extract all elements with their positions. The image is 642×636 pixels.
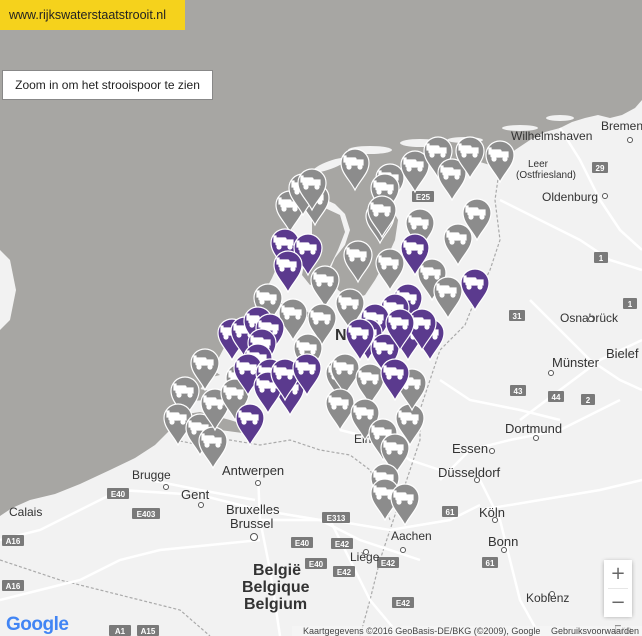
- road-shield-label: 61: [446, 508, 455, 517]
- map-attribution: Kaartgegevens ©2016 GeoBasis-DE/BKG (©20…: [292, 626, 642, 636]
- zoom-hint-box: Zoom in om het strooispoor te zien: [2, 70, 213, 100]
- attribution-map-data: Kaartgegevens ©2016 GeoBasis-DE/BKG (©20…: [303, 626, 541, 636]
- road-shield-label: E25: [416, 193, 431, 202]
- road-shield-label: E42: [396, 599, 411, 608]
- label-bonn: Bonn: [488, 534, 518, 549]
- zoom-control: + −: [604, 560, 632, 617]
- label-belgique: Belgique: [242, 579, 310, 596]
- road-shield-label: A15: [141, 627, 156, 636]
- road-shield-label: A16: [6, 537, 21, 546]
- label-dusseldorf: Düsseldorf: [438, 465, 501, 480]
- label-ostfriesland: (Ostfriesland): [516, 170, 576, 181]
- label-calais: Calais: [9, 505, 42, 519]
- road-shield-label: 61: [486, 559, 495, 568]
- road-shield-label: 31: [513, 312, 522, 321]
- label-munster: Münster: [552, 355, 600, 370]
- zoom-in-button[interactable]: +: [604, 560, 632, 588]
- label-koln: Köln: [479, 505, 505, 520]
- road-shield-label: 43: [514, 387, 523, 396]
- label-wilhelmshaven: Wilhelmshaven: [511, 129, 592, 143]
- road-shield-label: 1: [628, 300, 633, 309]
- road-shield-label: E40: [111, 490, 126, 499]
- road-shield-label: E403: [137, 510, 156, 519]
- website-url-badge[interactable]: www.rijkswaterstaatstrooit.nl: [0, 0, 185, 30]
- label-gent: Gent: [181, 487, 210, 502]
- label-aachen: Aachen: [391, 529, 432, 543]
- road-shield-label: 1: [599, 254, 604, 263]
- google-logo: Google: [6, 614, 69, 635]
- road-shield-label: 2: [586, 396, 591, 405]
- label-brussel: Brussel: [230, 516, 273, 531]
- label-oldenburg: Oldenburg: [542, 190, 598, 204]
- label-antwerpen: Antwerpen: [222, 463, 284, 478]
- road-shield-label: E42: [337, 568, 352, 577]
- attribution-terms-link[interactable]: Gebruiksvoorwaarden: [551, 626, 639, 636]
- road-shield-label: E42: [335, 540, 350, 549]
- road-shield-label: 29: [596, 164, 605, 173]
- label-belgie: België: [253, 562, 301, 579]
- road-shield-label: E40: [295, 539, 310, 548]
- label-bremen: Bremen: [601, 119, 642, 133]
- label-koblenz: Koblenz: [526, 591, 569, 605]
- label-essen: Essen: [452, 441, 488, 456]
- label-bruxelles: Bruxelles: [226, 502, 280, 517]
- road-shield-label: A1: [115, 627, 126, 636]
- label-belgium: Belgium: [244, 596, 307, 613]
- zoom-out-button[interactable]: −: [604, 589, 632, 617]
- label-brugge: Brugge: [132, 468, 171, 482]
- label-leer: Leer: [528, 159, 549, 170]
- road-shield-label: E313: [327, 514, 346, 523]
- road-shield-label: E42: [381, 559, 396, 568]
- road-shield-label: E40: [309, 560, 324, 569]
- label-dortmund: Dortmund: [505, 421, 562, 436]
- road-shield-label: 44: [552, 393, 561, 402]
- label-bielefeld: Bielef: [606, 346, 639, 361]
- road-shield-label: A16: [6, 582, 21, 591]
